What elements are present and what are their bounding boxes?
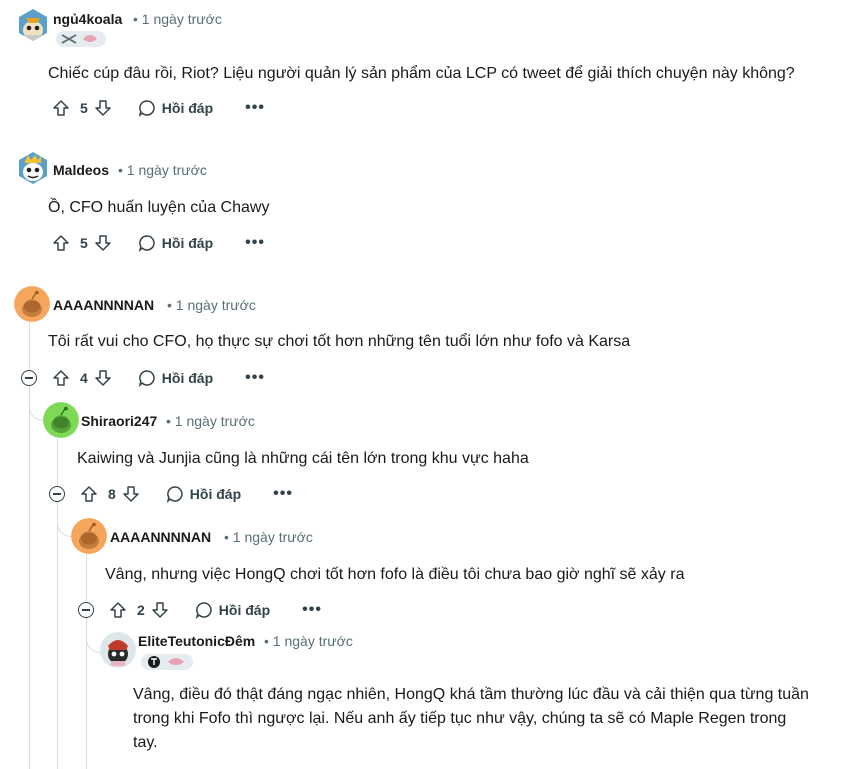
upvote-button[interactable]	[80, 485, 98, 503]
upvote-arrow-icon	[53, 235, 69, 251]
avatar[interactable]	[14, 286, 50, 322]
comment-username[interactable]: Shiraori247	[81, 413, 157, 429]
reply-label: Hồi đáp	[161, 235, 214, 251]
collapse-thread-button[interactable]	[21, 370, 37, 386]
thread-line	[86, 554, 87, 769]
reply-button[interactable]: Hồi đáp	[138, 99, 213, 117]
reply-button[interactable]: Hồi đáp	[166, 485, 241, 503]
reply-button[interactable]: Hồi đáp	[138, 234, 213, 252]
reply-label: Hồi đáp	[161, 100, 214, 116]
comment-timestamp: • 1 ngày trước	[118, 162, 207, 178]
comment-username[interactable]: AAAANNNNAN	[110, 529, 211, 545]
more-options-button[interactable]: •••	[245, 369, 265, 387]
comment-timestamp: • 1 ngày trước	[167, 297, 256, 313]
comment-actions: 4 Hồi đáp •••	[52, 366, 265, 390]
upvote-arrow-icon	[81, 486, 97, 502]
vote-count: 5	[80, 235, 88, 251]
vote-count: 2	[137, 602, 145, 618]
upvote-button[interactable]	[52, 234, 70, 252]
more-options-button[interactable]: •••	[302, 601, 322, 619]
avatar[interactable]	[100, 632, 136, 668]
downvote-button[interactable]	[94, 99, 112, 117]
comment-actions: 5 Hồi đáp •••	[52, 96, 265, 120]
downvote-arrow-icon	[152, 602, 168, 618]
comment-body: Ồ, CFO huấn luyện của Chawy	[48, 199, 270, 216]
team-logo-icon	[168, 658, 184, 665]
comment-actions: 5 Hồi đáp •••	[52, 231, 265, 255]
comment-body: Tôi rất vui cho CFO, họ thực sự chơi tốt…	[48, 333, 631, 350]
downvote-button[interactable]	[151, 601, 169, 619]
crossed-swords-icon	[61, 34, 77, 44]
reply-button[interactable]: Hồi đáp	[138, 369, 213, 387]
more-options-button[interactable]: •••	[245, 234, 265, 252]
vote-count: 8	[108, 486, 116, 502]
avatar[interactable]	[16, 8, 50, 42]
avatar[interactable]	[43, 402, 79, 438]
comment-body-line: Vâng, điều đó thật đáng ngạc nhiên, Hong…	[133, 686, 809, 703]
downvote-button[interactable]	[94, 234, 112, 252]
avatar[interactable]	[16, 151, 50, 185]
vote-count: 4	[80, 370, 88, 386]
comment-body-line: trong khi Fofo thì ngược lại. Nếu anh ấy…	[133, 710, 787, 727]
comment-username[interactable]: Maldeos	[53, 162, 109, 178]
downvote-arrow-icon	[95, 100, 111, 116]
user-flair	[141, 654, 193, 670]
speech-bubble-icon	[138, 235, 155, 252]
speech-bubble-icon	[138, 370, 155, 387]
speech-bubble-icon	[138, 100, 155, 117]
downvote-arrow-icon	[123, 486, 139, 502]
upvote-button[interactable]	[52, 369, 70, 387]
comment-timestamp: • 1 ngày trước	[166, 413, 255, 429]
comment-username[interactable]: AAAANNNNAN	[53, 297, 154, 313]
reply-label: Hồi đáp	[218, 602, 271, 618]
comment-actions: 8 Hồi đáp •••	[80, 482, 293, 506]
comment-body: Vâng, nhưng việc HongQ chơi tốt hơn fofo…	[105, 566, 685, 583]
upvote-button[interactable]	[109, 601, 127, 619]
downvote-button[interactable]	[94, 369, 112, 387]
user-flair	[56, 31, 106, 47]
team-logo-icon	[148, 656, 160, 668]
more-options-button[interactable]: •••	[273, 485, 293, 503]
comment-timestamp: • 1 ngày trước	[264, 633, 353, 649]
comment-body-line: tay.	[133, 734, 158, 751]
team-logo-icon	[83, 35, 97, 42]
comment-timestamp: • 1 ngày trước	[133, 11, 222, 27]
reply-label: Hồi đáp	[161, 370, 214, 386]
upvote-arrow-icon	[53, 100, 69, 116]
comment-username[interactable]: ngủ4koala	[53, 11, 122, 27]
comment-body: Vâng, điều đó thật đáng ngạc nhiên, Hong…	[133, 683, 838, 755]
reply-label: Hồi đáp	[189, 486, 242, 502]
downvote-arrow-icon	[95, 235, 111, 251]
avatar[interactable]	[71, 518, 107, 554]
comment-body: Chiếc cúp đâu rồi, Riot? Liệu người quản…	[48, 65, 795, 82]
reply-button[interactable]: Hồi đáp	[195, 601, 270, 619]
upvote-arrow-icon	[53, 370, 69, 386]
comment-actions: 2 Hồi đáp •••	[109, 598, 322, 622]
speech-bubble-icon	[166, 486, 183, 503]
downvote-button[interactable]	[122, 485, 140, 503]
collapse-thread-button[interactable]	[49, 486, 65, 502]
upvote-button[interactable]	[52, 99, 70, 117]
comment-timestamp: • 1 ngày trước	[224, 529, 313, 545]
speech-bubble-icon	[195, 602, 212, 619]
vote-count: 5	[80, 100, 88, 116]
comment-username[interactable]: EliteTeutonicĐêm	[138, 633, 255, 649]
collapse-thread-button[interactable]	[78, 602, 94, 618]
comment-body: Kaiwing và Junjia cũng là những cái tên …	[77, 450, 529, 467]
upvote-arrow-icon	[110, 602, 126, 618]
more-options-button[interactable]: •••	[245, 99, 265, 117]
downvote-arrow-icon	[95, 370, 111, 386]
